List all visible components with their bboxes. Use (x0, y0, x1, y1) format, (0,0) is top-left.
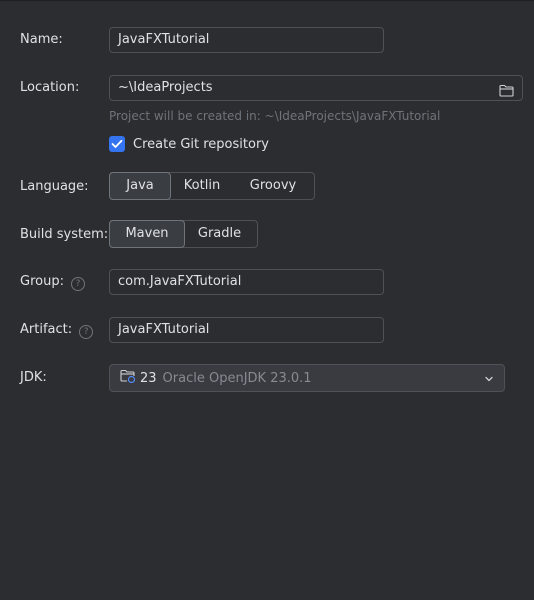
git-checkbox-label: Create Git repository (133, 136, 269, 152)
git-checkbox[interactable] (109, 136, 125, 152)
location-hint: Project will be created in: ~\IdeaProjec… (109, 109, 441, 123)
name-label: Name: (20, 32, 63, 47)
language-segmented-control: Java Kotlin Groovy (109, 172, 315, 200)
name-value: JavaFXTutorial (118, 32, 210, 47)
git-checkbox-row[interactable]: Create Git repository (109, 135, 269, 153)
top-divider (0, 0, 534, 1)
help-icon[interactable]: ? (70, 277, 85, 291)
build-gradle-button[interactable]: Gradle (184, 221, 255, 247)
build-maven-button[interactable]: Maven (109, 220, 185, 248)
location-value: ~\IdeaProjects (118, 80, 213, 95)
help-icon[interactable]: ? (79, 325, 94, 339)
artifact-label: Artifact: (20, 322, 73, 337)
jdk-version: 23 (140, 370, 157, 386)
artifact-label-row: Artifact:? (20, 322, 94, 339)
language-groovy-button[interactable]: Groovy (234, 173, 312, 199)
jdk-name: Oracle OpenJDK 23.0.1 (162, 370, 312, 386)
chevron-down-icon[interactable] (484, 373, 494, 388)
build-system-label: Build system: (20, 227, 109, 242)
folder-icon[interactable] (499, 82, 514, 106)
location-label: Location: (20, 80, 80, 95)
name-field[interactable]: JavaFXTutorial (109, 27, 384, 53)
artifact-field[interactable]: JavaFXTutorial (109, 317, 384, 343)
jdk-dropdown[interactable]: 23 Oracle OpenJDK 23.0.1 (109, 364, 505, 392)
group-field[interactable]: com.JavaFXTutorial (109, 269, 384, 295)
language-kotlin-button[interactable]: Kotlin (170, 173, 234, 199)
location-field[interactable]: ~\IdeaProjects (109, 75, 523, 101)
group-value: com.JavaFXTutorial (118, 274, 242, 289)
language-java-button[interactable]: Java (109, 172, 171, 200)
check-icon (111, 139, 123, 148)
jdk-folder-icon (120, 369, 136, 387)
group-label: Group: (20, 274, 64, 289)
group-label-row: Group:? (20, 274, 85, 291)
artifact-value: JavaFXTutorial (118, 322, 210, 337)
build-system-segmented-control: Maven Gradle (109, 220, 258, 248)
jdk-label: JDK: (20, 370, 47, 385)
language-label: Language: (20, 179, 89, 194)
